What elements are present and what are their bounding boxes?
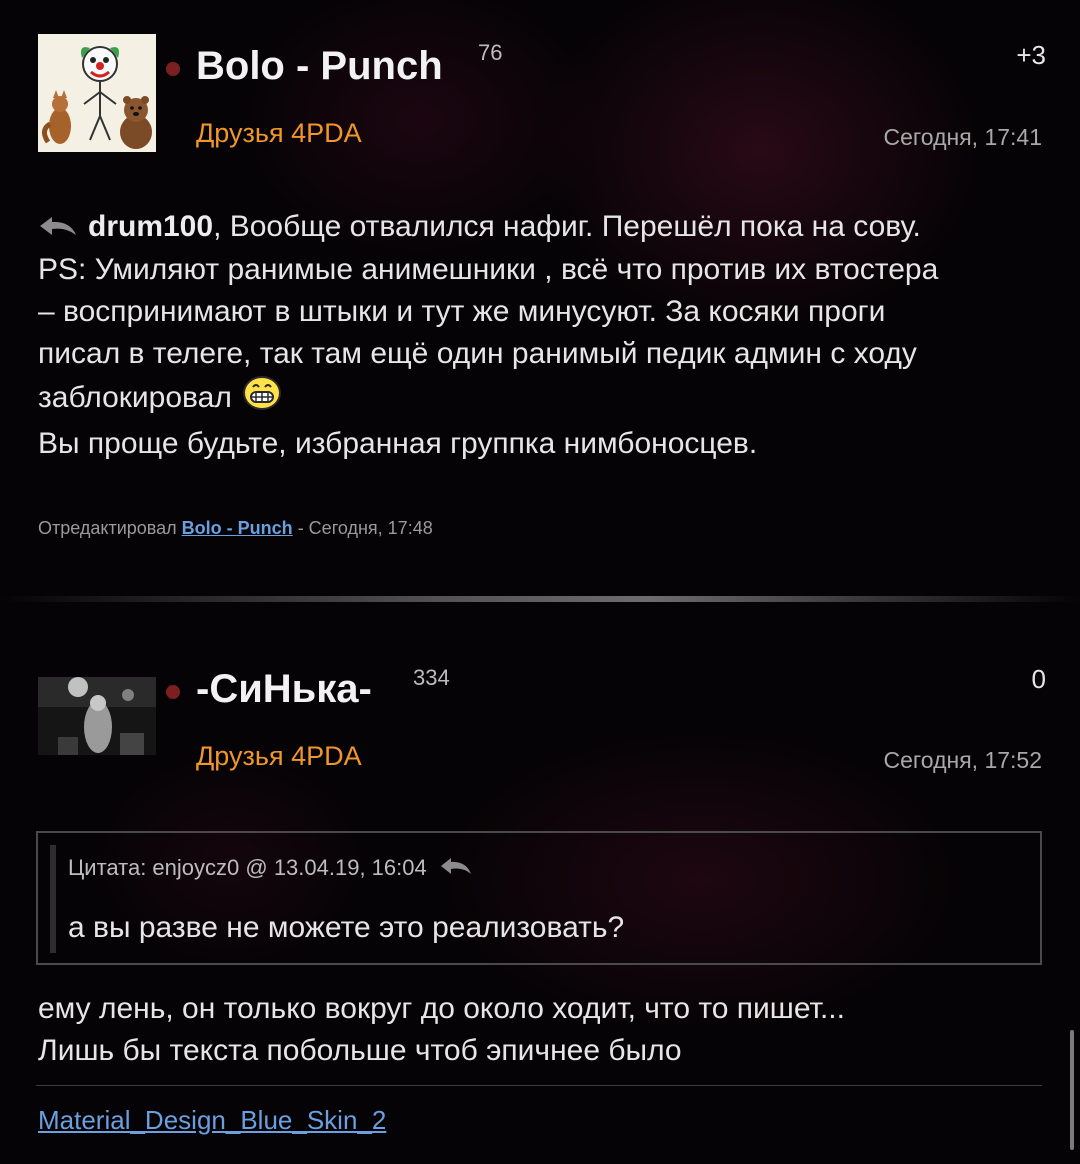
user-group: Друзья 4PDA — [196, 118, 362, 148]
status-dot — [166, 62, 180, 76]
post-line: PS: Умиляют ранимые анимешники , всё что… — [38, 253, 939, 287]
avatar[interactable] — [38, 34, 156, 152]
post-line: писал в телеге, так там ещё один ранимый… — [38, 337, 917, 371]
post-line: – воспринимают в штыки и тут же минусуют… — [38, 295, 886, 329]
quote-block: Цитата: enjoycz0 @ 13.04.19, 16:04 а вы … — [36, 831, 1042, 965]
scrollbar[interactable] — [1070, 1030, 1074, 1150]
post-body: ему лень, он только вокруг до около ходи… — [38, 988, 1042, 1072]
post-line-text: , Вообще отвалился нафиг. Перешёл пока н… — [213, 210, 921, 243]
post-line: drum100, Вообще отвалился нафиг. Перешёл… — [38, 206, 1042, 249]
reputation-count[interactable]: 334 — [413, 665, 450, 691]
quote-reply-arrow-icon[interactable] — [439, 856, 473, 882]
reputation-count[interactable]: 76 — [478, 40, 502, 66]
author-nick[interactable]: Bolo - Punch — [196, 44, 443, 89]
post-body: drum100, Вообще отвалился нафиг. Перешёл… — [38, 206, 1042, 465]
quote-header: Цитата: enjoycz0 @ 13.04.19, 16:04 — [68, 855, 473, 882]
author-nick[interactable]: -СиНька- — [196, 667, 372, 712]
quote-header-text[interactable]: Цитата: enjoycz0 @ 13.04.19, 16:04 — [68, 855, 427, 880]
reply-to-nick[interactable]: drum100 — [88, 210, 213, 243]
post-time: Сегодня, 17:52 — [883, 747, 1042, 773]
skin-link[interactable]: Material_Design_Blue_Skin_2 — [38, 1105, 386, 1136]
post-rating[interactable]: 0 — [1032, 664, 1046, 695]
user-group: Друзья 4PDA — [196, 741, 362, 771]
post-line: ему лень, он только вокруг до около ходи… — [38, 992, 845, 1025]
edited-time: - Сегодня, 17:48 — [297, 518, 433, 538]
grin-smiley-icon — [242, 375, 282, 423]
quote-text: а вы разве не можете это реализовать? — [68, 911, 625, 944]
status-dot — [166, 685, 180, 699]
quote-bar — [50, 845, 56, 953]
post-line: заблокировал — [38, 375, 1042, 423]
signature-divider — [36, 1085, 1042, 1086]
edited-note: Отредактировал Bolo - Punch - Сегодня, 1… — [38, 518, 433, 539]
avatar[interactable] — [38, 677, 156, 755]
post-line-text: заблокировал — [38, 381, 232, 414]
edited-prefix: Отредактировал — [38, 518, 177, 538]
reply-arrow-icon[interactable] — [38, 207, 78, 249]
post-line: Вы проще будьте, избранная группка нимбо… — [38, 427, 758, 461]
post-rating[interactable]: +3 — [1016, 40, 1046, 71]
editor-link[interactable]: Bolo - Punch — [182, 518, 293, 538]
post-line: Лишь бы текста побольше чтоб эпичнее был… — [38, 1034, 682, 1067]
post-divider — [0, 596, 1080, 602]
post-time: Сегодня, 17:41 — [883, 124, 1042, 150]
